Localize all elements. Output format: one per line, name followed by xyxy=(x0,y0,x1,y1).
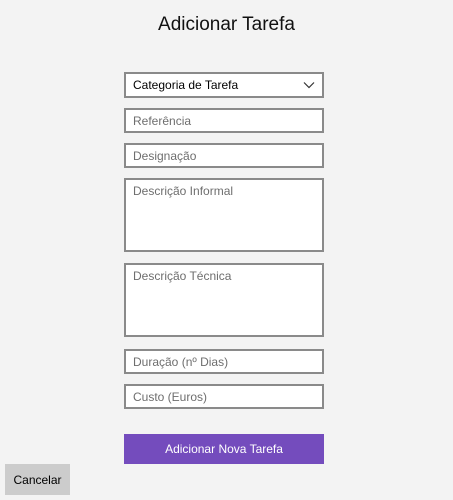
designation-input[interactable] xyxy=(124,143,324,168)
task-category-selected-value: Categoria de Tarefa xyxy=(133,78,239,92)
reference-input[interactable] xyxy=(124,108,324,133)
cost-input[interactable] xyxy=(124,384,324,409)
informal-description-textarea[interactable] xyxy=(124,178,324,252)
duration-input[interactable] xyxy=(124,349,324,374)
chevron-down-icon xyxy=(303,82,315,89)
page-title: Adicionar Tarefa xyxy=(158,14,295,35)
task-form: Categoria de Tarefa xyxy=(124,72,324,409)
task-category-select[interactable]: Categoria de Tarefa xyxy=(124,72,324,98)
cancel-button[interactable]: Cancelar xyxy=(5,464,70,495)
add-task-button[interactable]: Adicionar Nova Tarefa xyxy=(124,434,324,464)
technical-description-textarea[interactable] xyxy=(124,263,324,337)
